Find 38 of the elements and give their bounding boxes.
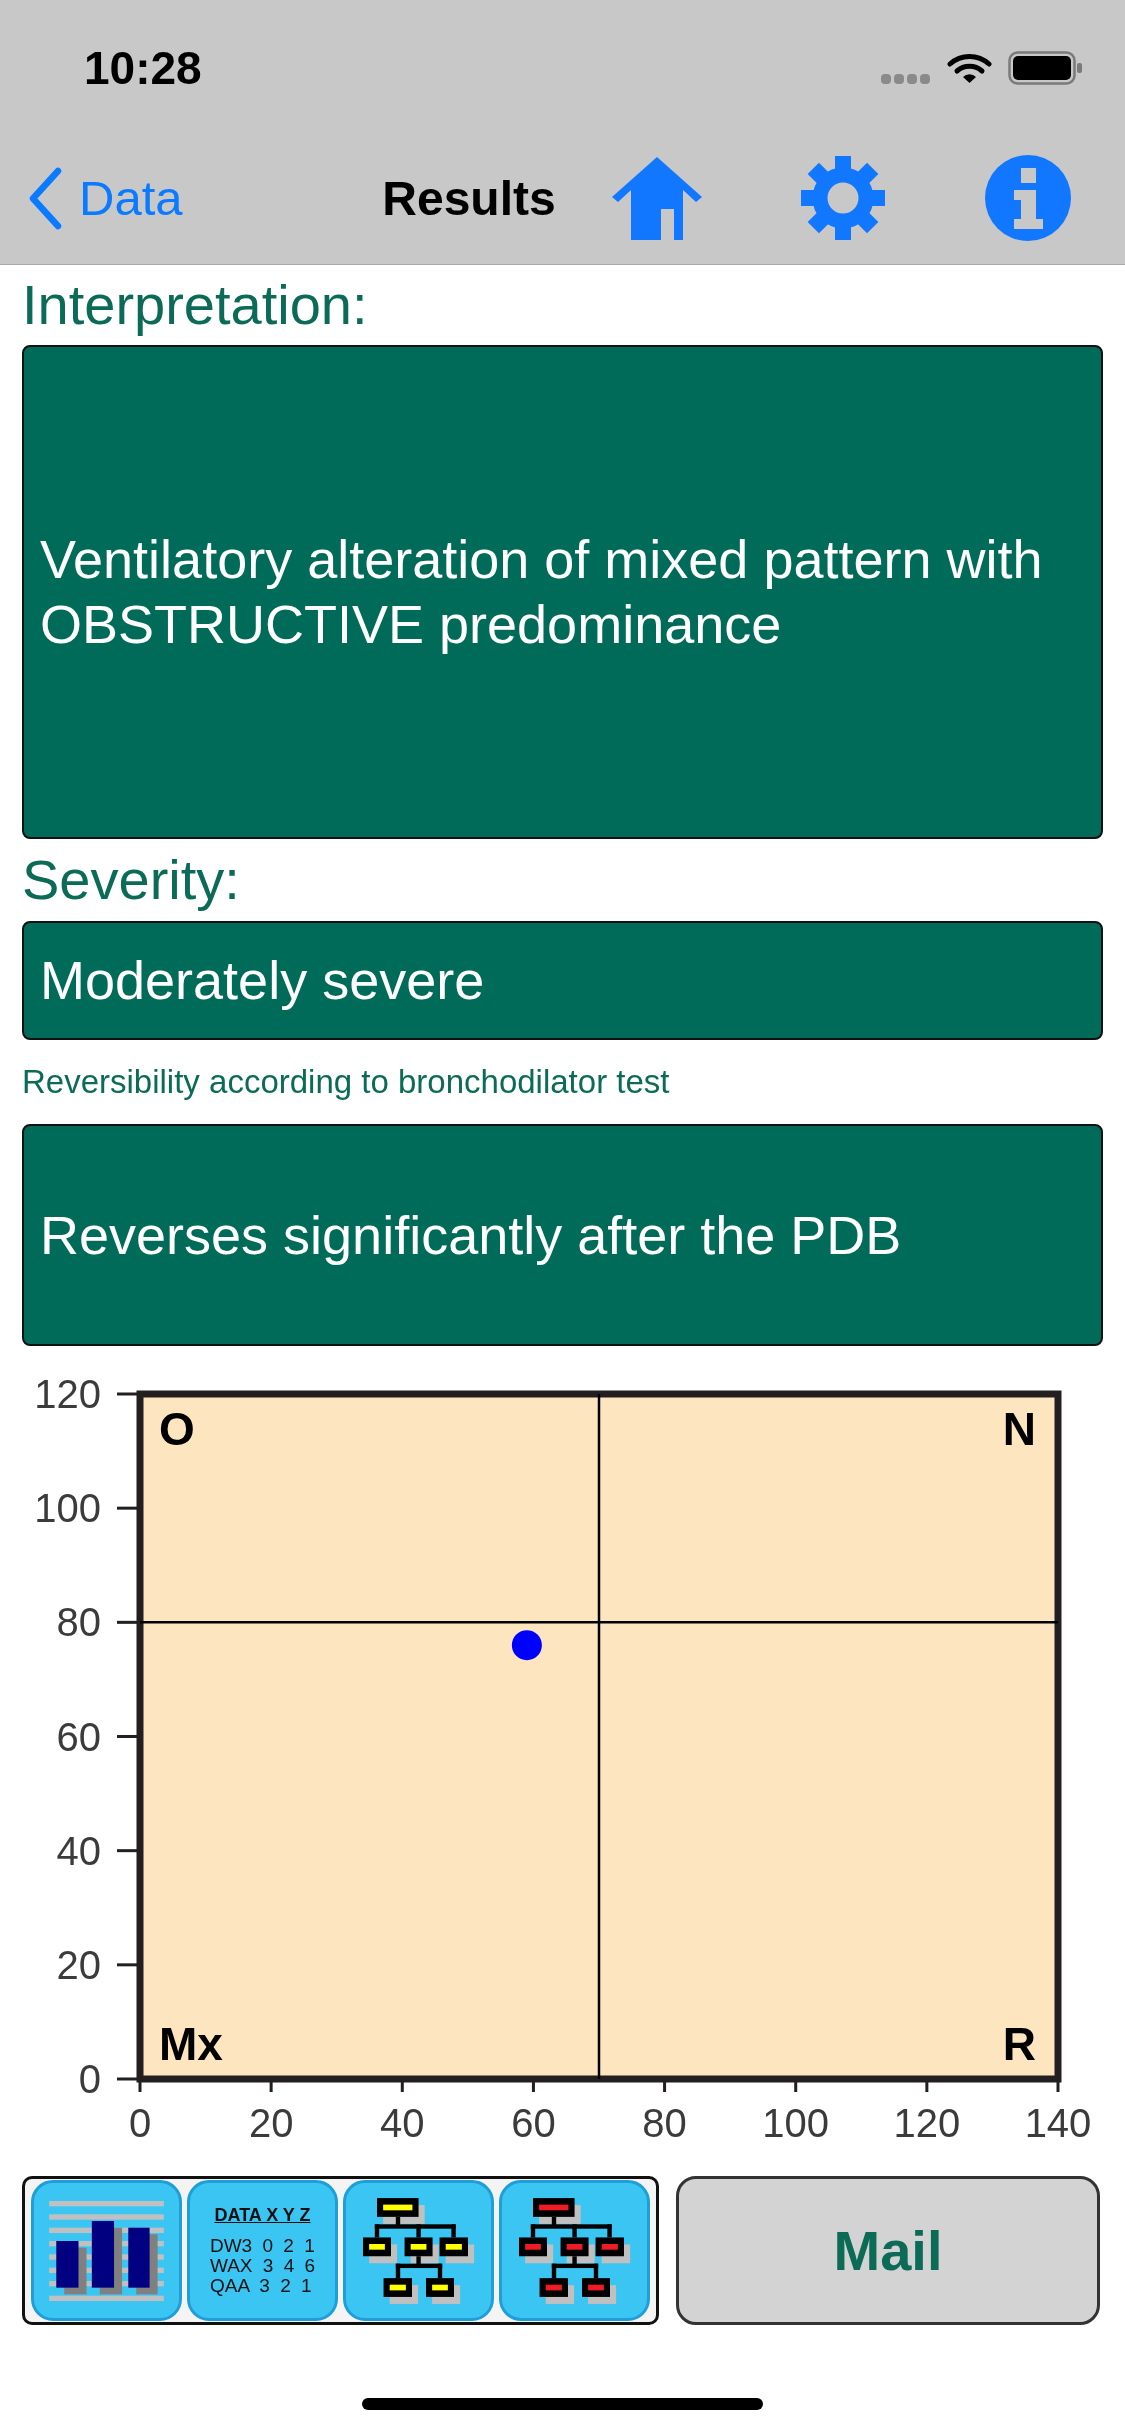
x-tick-label: 140 (1024, 2101, 1092, 2145)
signal-icon (881, 74, 931, 84)
nav-title: Results (381, 170, 557, 226)
x-tick-label: 60 (511, 2101, 556, 2145)
x-tick-label: 120 (893, 2101, 961, 2145)
x-tick-label: 80 (642, 2101, 687, 2145)
interpretation-label: Interpretation: (22, 272, 368, 338)
severity-text: Moderately severe (40, 949, 485, 1012)
mail-button[interactable]: Mail (676, 2176, 1100, 2325)
back-button[interactable]: Data (27, 166, 197, 230)
y-tick-label: 100 (34, 1486, 101, 1531)
y-tick-label: 60 (56, 1714, 101, 1759)
hierarchy-button[interactable] (499, 2180, 650, 2321)
quadrant-label: Mx (159, 2018, 223, 2070)
wifi-icon (947, 52, 992, 84)
data-table-button[interactable]: DATA X Y Z DW3 0 2 1 WAX 3 4 6 QAA 3 2 1 (187, 2180, 338, 2321)
bar-chart-icon (49, 2200, 164, 2301)
x-tick-label: 20 (248, 2101, 294, 2145)
battery-icon (1008, 51, 1082, 85)
quadrant-label: O (159, 1403, 195, 1455)
status-time: 10:28 (84, 45, 202, 91)
x-tick-label: 40 (380, 2101, 425, 2145)
y-tick-label: 80 (56, 1600, 101, 1645)
severity-label: Severity: (22, 847, 240, 913)
x-tick-label: 0 (128, 2101, 152, 2145)
y-tick-label: 40 (56, 1828, 101, 1873)
reversibility-text: Reverses significantly after the PDB (40, 1203, 902, 1267)
quadrant-label: R (1002, 2018, 1036, 2070)
y-tick-label: 20 (56, 1942, 101, 1987)
interpretation-text: Ventilatory alteration of mixed pattern with OBSTRUCTIVE predominance (40, 528, 1044, 656)
y-tick-label: 0 (78, 2057, 101, 2101)
reversibility-label: Reversibility according to bronchodilator test (22, 1062, 670, 1102)
chevron-icon (27, 166, 63, 230)
x-tick-label: 100 (762, 2101, 830, 2145)
bar-chart-button[interactable] (31, 2180, 182, 2321)
hierarchy-button[interactable] (343, 2180, 494, 2321)
y-tick-label: 120 (34, 1372, 101, 1416)
quadrant-label: N (1002, 1403, 1036, 1455)
